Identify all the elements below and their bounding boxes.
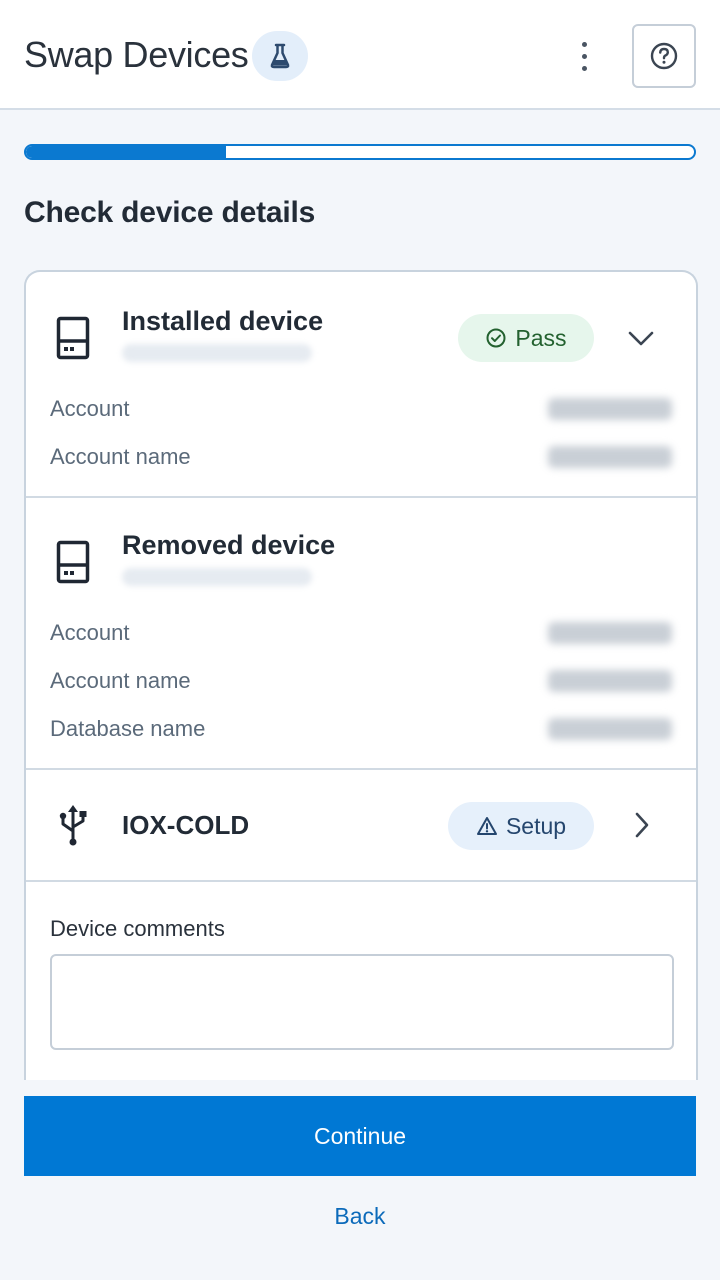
device-icon [56,540,90,584]
removed-account-value [548,622,672,644]
removed-device-section: Removed device Account Account name Data… [26,498,696,768]
chevron-down-icon[interactable] [626,326,656,350]
removed-database-name-value [548,718,672,740]
removed-device-serial [122,568,312,586]
removed-device-name: Removed device [122,530,336,560]
warning-triangle-icon [476,817,497,835]
page-title: Swap Devices [24,34,249,75]
comments-textarea[interactable] [50,954,674,1050]
help-button[interactable] [632,24,696,88]
accessory-row[interactable]: IOX-COLD Setup [26,770,696,880]
section-title: Check device details [24,196,316,229]
help-circle-icon [650,42,678,70]
installed-account-value [548,398,672,420]
comments-label: Device comments [50,916,225,941]
check-circle-icon [486,328,506,348]
removed-database-name-label: Database name [50,716,206,741]
removed-account-name-value [548,670,672,692]
setup-label: Setup [505,812,567,839]
device-details-card: Installed device Pass Account Account na… [24,270,698,1080]
installed-account-label: Account [50,396,130,421]
pass-badge: Pass [458,314,594,362]
usb-icon [59,805,87,846]
installed-account-name-label: Account name [50,444,191,469]
installed-device-serial [122,344,312,362]
flask-icon[interactable] [252,31,308,81]
app-header: Swap Devices [0,0,720,110]
installed-account-name-value [548,446,672,468]
device-icon [56,316,90,360]
progress-fill [26,146,227,158]
accessory-name: IOX-COLD [122,810,250,840]
kebab-menu-icon[interactable] [566,36,602,76]
progress-bar [24,144,696,160]
pass-label: Pass [515,324,567,351]
chevron-right-icon[interactable] [632,810,652,840]
comments-section: Device comments [26,882,696,1080]
installed-device-name: Installed device [122,306,324,336]
back-button[interactable]: Back [24,1188,696,1244]
setup-badge: Setup [448,802,594,850]
removed-account-name-label: Account name [50,668,191,693]
installed-device-section: Installed device Pass Account Account na… [26,272,696,496]
removed-account-label: Account [50,620,130,645]
continue-button[interactable]: Continue [24,1096,696,1176]
